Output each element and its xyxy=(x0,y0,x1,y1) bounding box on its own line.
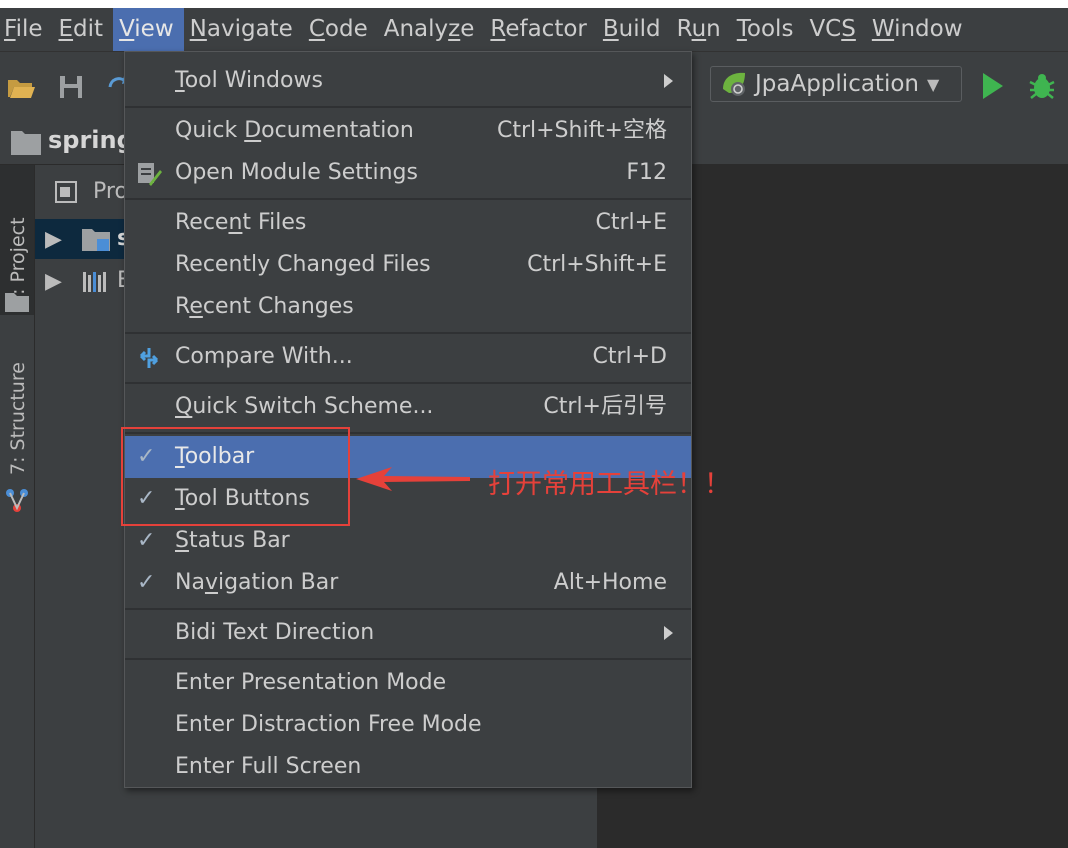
menu-item-compare-with[interactable]: Compare With... Ctrl+D xyxy=(125,336,691,378)
menu-item-enter-presentation-mode[interactable]: Enter Presentation Mode xyxy=(125,662,691,704)
project-folder-icon xyxy=(5,293,29,312)
menu-item-open-module-settings[interactable]: Open Module Settings F12 xyxy=(125,152,691,194)
menu-item-quick-switch-scheme[interactable]: Quick Switch Scheme... Ctrl+后引号 xyxy=(125,386,691,428)
shortcut-label: Ctrl+Shift+空格 xyxy=(496,118,667,143)
open-folder-icon[interactable] xyxy=(6,72,36,102)
expand-arrow-icon[interactable]: ▶ xyxy=(45,269,62,294)
menu-navigate[interactable]: Navigate xyxy=(184,8,303,51)
menu-separator xyxy=(125,332,691,334)
menu-item-quick-documentation[interactable]: Quick Documentation Ctrl+Shift+空格 xyxy=(125,110,691,152)
dropdown-caret-icon: ▼ xyxy=(927,74,940,94)
libraries-icon xyxy=(83,272,106,292)
menu-code[interactable]: Code xyxy=(303,8,378,51)
debug-icon[interactable] xyxy=(1026,70,1058,102)
menu-item-enter-full-screen[interactable]: Enter Full Screen xyxy=(125,746,691,788)
shortcut-label: Ctrl+D xyxy=(592,344,667,369)
folder-icon xyxy=(11,131,41,155)
shortcut-label: Ctrl+Shift+E xyxy=(527,252,667,277)
submenu-arrow-icon xyxy=(664,626,673,640)
shortcut-label: Ctrl+E xyxy=(595,210,667,235)
structure-icon xyxy=(6,489,28,512)
ide-window: File Edit View Navigate Code Analyze Ref… xyxy=(0,8,1068,848)
menu-analyze[interactable]: Analyze xyxy=(378,8,485,51)
breadcrumb[interactable]: spring xyxy=(48,126,134,154)
shortcut-label: F12 xyxy=(626,160,667,185)
menu-file[interactable]: File xyxy=(0,8,53,51)
menu-window[interactable]: Window xyxy=(866,8,973,51)
menu-separator xyxy=(125,658,691,660)
menu-separator xyxy=(125,106,691,108)
tab-structure[interactable]: 7: Structure xyxy=(0,345,34,495)
shortcut-label: Ctrl+后引号 xyxy=(543,394,667,419)
menu-separator xyxy=(125,382,691,384)
run-icon[interactable] xyxy=(977,70,1007,102)
check-icon: ✓ xyxy=(137,528,156,553)
menu-item-recent-files[interactable]: Recent Files Ctrl+E xyxy=(125,202,691,244)
menu-item-enter-distraction-free-mode[interactable]: Enter Distraction Free Mode xyxy=(125,704,691,746)
menu-view[interactable]: View xyxy=(113,8,184,51)
module-settings-icon xyxy=(138,163,162,186)
annotation-text: 打开常用工具栏！！ xyxy=(488,469,731,500)
save-icon[interactable] xyxy=(56,72,86,102)
menu-separator xyxy=(125,608,691,610)
menu-item-navigation-bar[interactable]: ✓ Navigation Bar Alt+Home xyxy=(125,562,691,604)
menu-bar: File Edit View Navigate Code Analyze Ref… xyxy=(0,8,1068,51)
menu-separator xyxy=(125,198,691,200)
annotation-arrow-icon xyxy=(356,467,470,491)
menu-vcs[interactable]: VCS xyxy=(803,8,865,51)
spring-boot-icon xyxy=(723,72,745,96)
menu-item-bidi-text-direction[interactable]: Bidi Text Direction xyxy=(125,612,691,654)
menu-item-status-bar[interactable]: ✓ Status Bar xyxy=(125,520,691,562)
module-folder-icon xyxy=(82,229,110,251)
menu-item-recently-changed-files[interactable]: Recently Changed Files Ctrl+Shift+E xyxy=(125,244,691,286)
submenu-arrow-icon xyxy=(664,74,673,88)
menu-item-tool-windows[interactable]: Tool Windows xyxy=(125,60,691,102)
menu-refactor[interactable]: Refactor xyxy=(484,8,597,51)
project-view-icon xyxy=(55,181,77,203)
view-menu-dropdown: Tool Windows Quick Documentation Ctrl+Sh… xyxy=(124,51,692,788)
menu-edit[interactable]: Edit xyxy=(53,8,114,51)
check-icon: ✓ xyxy=(137,570,156,595)
menu-tools[interactable]: Tools xyxy=(731,8,804,51)
annotation-highlight-box xyxy=(121,427,350,526)
menu-run[interactable]: Run xyxy=(671,8,731,51)
tool-window-strip: 1: Project 7: Structure xyxy=(0,165,35,848)
project-panel-title[interactable]: Pro xyxy=(93,179,128,204)
shortcut-label: Alt+Home xyxy=(553,570,667,595)
menu-build[interactable]: Build xyxy=(597,8,671,51)
menu-item-recent-changes[interactable]: Recent Changes xyxy=(125,286,691,328)
run-configuration-name: JpaApplication xyxy=(755,71,919,97)
run-configuration-selector[interactable]: JpaApplication ▼ xyxy=(710,66,962,102)
expand-arrow-icon[interactable]: ▶ xyxy=(45,227,62,252)
compare-arrows-icon xyxy=(139,348,159,368)
